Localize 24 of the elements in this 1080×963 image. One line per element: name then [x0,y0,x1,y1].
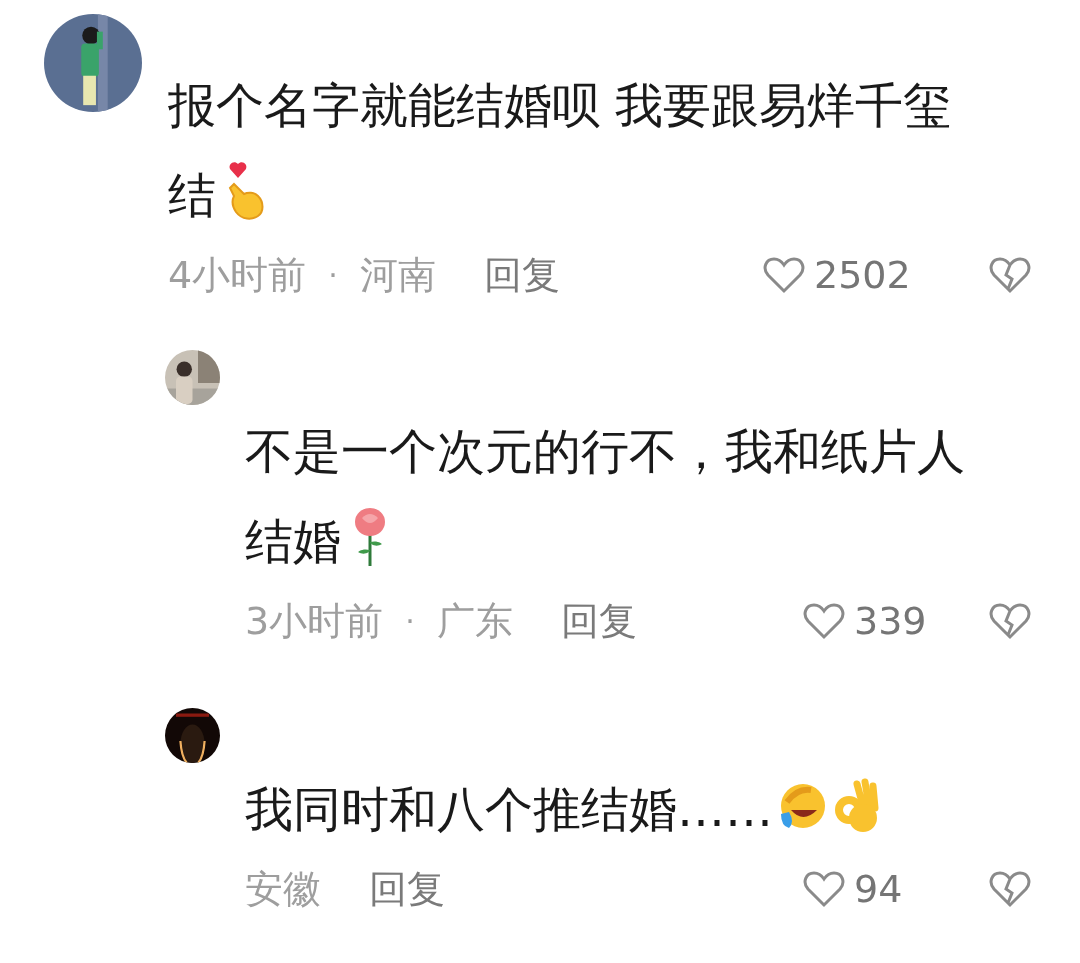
separator: · [405,603,415,639]
reply-link[interactable]: 回复 [560,595,637,647]
heart-icon[interactable] [802,869,846,909]
like-count: 2502 [814,253,911,297]
comment-text: 结 [168,167,216,223]
timestamp: 3小时前 [245,597,384,645]
broken-heart-icon[interactable] [988,255,1032,295]
location: 河南 [359,251,436,299]
like-count: 339 [854,599,927,643]
comment-text: 结婚 [245,513,341,569]
broken-heart-icon[interactable] [988,601,1032,641]
reply-link[interactable]: 回复 [483,249,560,301]
heart-icon[interactable] [802,601,846,641]
reply-link[interactable]: 回复 [369,863,445,915]
location: 安徽 [245,865,321,913]
heart-icon[interactable] [762,255,806,295]
comment-text: 报个名字就能结婚呗 我要跟易烊千玺 [168,77,952,133]
timestamp: 4小时前 [168,251,307,299]
comment-text: 我同时和八个推结婚…… [245,781,773,837]
like-count: 94 [854,867,903,911]
broken-heart-icon[interactable] [988,869,1032,909]
separator: · [328,257,338,293]
comment-text: 不是一个次元的行不，我和纸片人 [245,423,965,479]
location: 广东 [436,597,513,645]
